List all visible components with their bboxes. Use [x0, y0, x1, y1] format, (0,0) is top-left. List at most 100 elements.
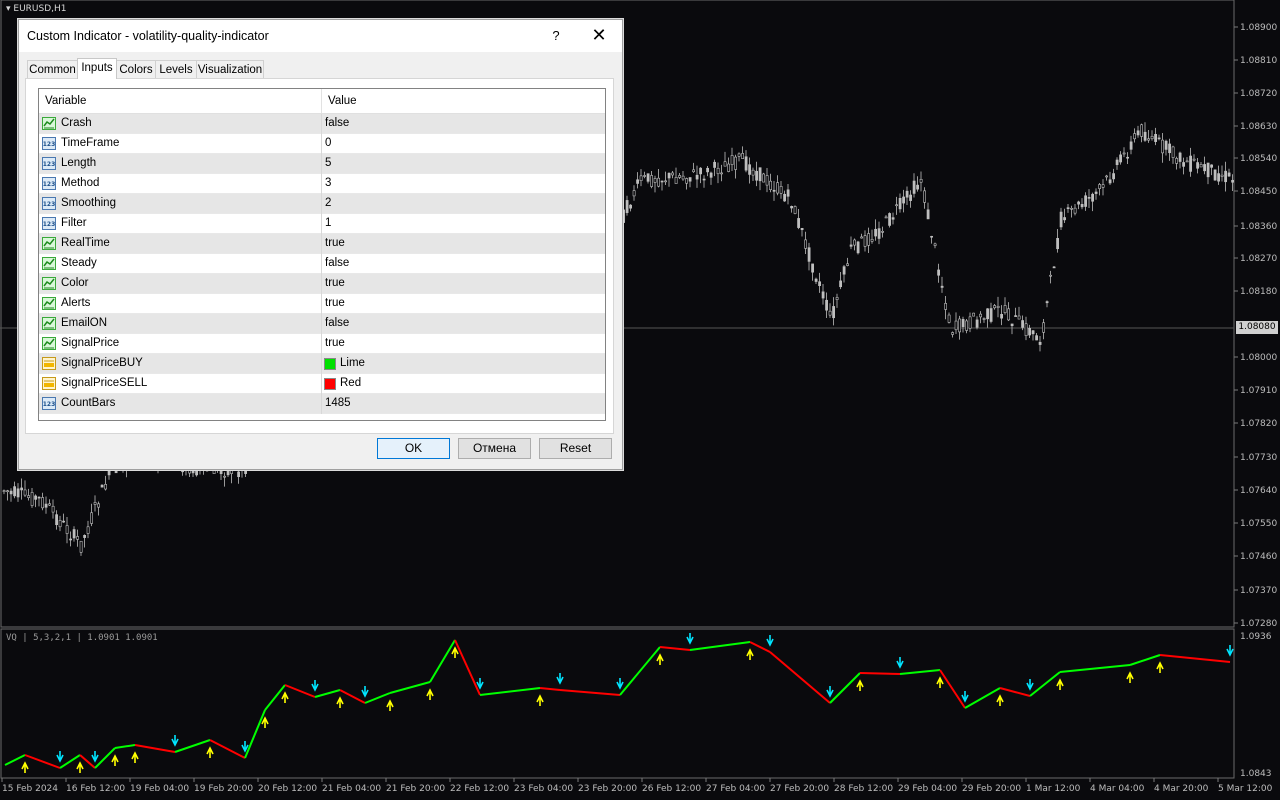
indicator-segment — [114, 744, 136, 749]
candle-body — [643, 175, 647, 177]
input-row-length[interactable]: 123 Length 5 — [39, 154, 605, 174]
row-value[interactable]: 2 — [325, 197, 331, 209]
candle-body — [41, 497, 45, 509]
column-variable[interactable]: Variable — [45, 95, 86, 107]
candle-body — [1122, 152, 1126, 155]
row-separator — [321, 234, 322, 254]
row-value[interactable]: Lime — [340, 357, 365, 369]
indicator-segment — [429, 639, 456, 683]
input-row-signalpricebuy[interactable]: SignalPriceBUY Lime — [39, 354, 605, 374]
input-row-method[interactable]: 123 Method 3 — [39, 174, 605, 194]
input-row-timeframe[interactable]: 123 TimeFrame 0 — [39, 134, 605, 154]
dialog-titlebar[interactable]: Custom Indicator - volatility-quality-in… — [19, 20, 622, 52]
candle-body — [223, 475, 227, 478]
input-row-crash[interactable]: Crash false — [39, 114, 605, 134]
candle-body — [702, 178, 706, 181]
input-row-signalprice[interactable]: SignalPrice true — [39, 334, 605, 354]
indicator-segment — [479, 687, 541, 696]
row-value[interactable]: 5 — [325, 157, 331, 169]
price-label: 1.07550 — [1240, 519, 1277, 529]
candle-body — [1049, 274, 1053, 277]
row-name: EmailON — [61, 317, 108, 329]
row-value[interactable]: true — [325, 277, 345, 289]
row-value[interactable]: true — [325, 337, 345, 349]
sell-arrow-icon — [896, 657, 904, 669]
row-value[interactable]: true — [325, 237, 345, 249]
row-value[interactable]: 1485 — [325, 397, 351, 409]
tab-common[interactable]: Common — [27, 60, 78, 78]
candle-body — [1052, 266, 1056, 269]
candle-body — [657, 177, 661, 187]
color-swatch[interactable] — [324, 378, 336, 390]
color-icon — [42, 357, 56, 370]
input-row-filter[interactable]: 123 Filter 1 — [39, 214, 605, 234]
candle-body — [1077, 201, 1081, 205]
input-row-realtime[interactable]: RealTime true — [39, 234, 605, 254]
row-value[interactable]: 3 — [325, 177, 331, 189]
candle-body — [9, 490, 13, 495]
candle-body — [1231, 179, 1235, 183]
candle-body — [625, 200, 629, 213]
buy-arrow-icon — [336, 696, 344, 708]
candle-body — [783, 193, 787, 202]
date-label: 4 Mar 04:00 — [1090, 784, 1145, 794]
input-row-steady[interactable]: Steady false — [39, 254, 605, 274]
input-row-alerts[interactable]: Alerts true — [39, 294, 605, 314]
column-separator[interactable] — [321, 89, 322, 113]
tab-levels[interactable]: Levels — [155, 60, 197, 78]
date-label: 23 Feb 20:00 — [578, 784, 637, 794]
row-value[interactable]: true — [325, 297, 345, 309]
row-value[interactable]: false — [325, 117, 349, 129]
price-label: 1.08450 — [1240, 187, 1277, 197]
candle-body — [888, 213, 892, 226]
candle-body — [1185, 160, 1189, 163]
candle-body — [748, 164, 752, 175]
input-row-emailon[interactable]: EmailON false — [39, 314, 605, 334]
tab-colors[interactable]: Colors — [116, 60, 156, 78]
candle-body — [751, 169, 755, 176]
tab-visualization[interactable]: Visualization — [196, 60, 264, 78]
bool-icon — [42, 257, 56, 270]
candle-body — [902, 196, 906, 204]
candle-body — [20, 487, 24, 491]
candle-body — [965, 320, 969, 331]
candle-body — [982, 318, 986, 320]
row-value[interactable]: false — [325, 317, 349, 329]
input-row-countbars[interactable]: 123 CountBars 1485 — [39, 394, 605, 414]
indicator-segment — [559, 689, 621, 696]
candle-body — [926, 209, 930, 220]
row-value[interactable]: Red — [340, 377, 361, 389]
reset-button[interactable]: Reset — [539, 438, 612, 459]
candle-body — [30, 492, 34, 506]
help-button[interactable]: ? — [547, 26, 565, 46]
color-swatch[interactable] — [324, 358, 336, 370]
row-value[interactable]: false — [325, 257, 349, 269]
input-row-color[interactable]: Color true — [39, 274, 605, 294]
sell-arrow-icon — [311, 680, 319, 692]
row-value[interactable]: 0 — [325, 137, 331, 149]
candle-body — [898, 197, 902, 210]
input-row-signalpricesell[interactable]: SignalPriceSELL Red — [39, 374, 605, 394]
column-value[interactable]: Value — [328, 95, 357, 107]
input-row-smoothing[interactable]: 123 Smoothing 2 — [39, 194, 605, 214]
candle-body — [776, 182, 780, 194]
candle-body — [1227, 172, 1231, 177]
candle-body — [1059, 211, 1063, 228]
date-label: 26 Feb 12:00 — [642, 784, 701, 794]
bool-icon — [42, 237, 56, 250]
cancel-button[interactable]: Отмена — [458, 438, 531, 459]
row-separator — [321, 274, 322, 294]
buy-arrow-icon — [426, 688, 434, 700]
indicator-segment — [769, 651, 831, 704]
close-icon[interactable]: ✕ — [588, 24, 610, 46]
candle-body — [912, 180, 916, 194]
candle-body — [947, 314, 951, 323]
ok-button[interactable]: OK — [377, 438, 450, 459]
inputs-grid: Variable Value Crash false 123 TimeFrame 0 12… — [38, 88, 606, 421]
row-value[interactable]: 1 — [325, 217, 331, 229]
symbol-dropdown-icon[interactable]: ▾ — [6, 4, 11, 14]
indicator-segment — [1159, 654, 1231, 663]
bool-icon — [42, 317, 56, 330]
grid-header: Variable Value — [39, 89, 605, 114]
tab-inputs[interactable]: Inputs — [77, 58, 117, 79]
